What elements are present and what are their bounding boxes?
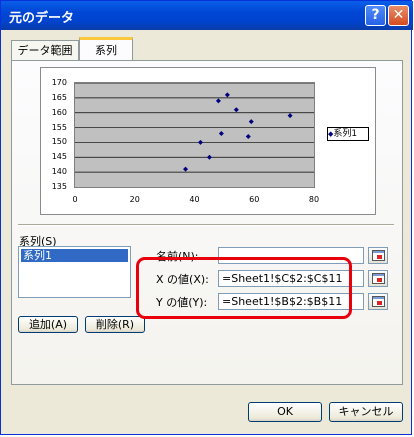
data-point xyxy=(248,119,254,125)
x-tick-label: 40 xyxy=(189,195,200,204)
data-point xyxy=(245,133,251,139)
range-select-icon xyxy=(372,296,385,307)
remove-button[interactable]: 削除(R) xyxy=(85,316,145,333)
series-listbox[interactable]: 系列1 xyxy=(18,246,131,298)
legend-label: 系列1 xyxy=(333,129,358,139)
legend: ◆系列1 xyxy=(327,127,369,141)
x-tick-label: 20 xyxy=(129,195,140,204)
series-list-item[interactable]: 系列1 xyxy=(21,249,128,262)
divider xyxy=(18,224,394,226)
data-point xyxy=(233,107,239,113)
data-point xyxy=(197,139,203,145)
range-select-icon xyxy=(372,250,385,261)
y-tick-label: 150 xyxy=(51,137,67,147)
data-point xyxy=(215,98,221,104)
dialog-window: 元のデータ ? ✕ データ範囲 系列 xyxy=(0,0,413,435)
plot-area xyxy=(74,82,315,188)
name-ref-button[interactable] xyxy=(368,247,388,264)
y-tick-label: 155 xyxy=(51,122,67,132)
x-tick-label: 0 xyxy=(72,195,78,204)
data-point xyxy=(287,113,293,119)
y-tick-label: 135 xyxy=(51,182,67,191)
ok-button[interactable]: OK xyxy=(248,402,322,422)
y-tick-label: 140 xyxy=(51,167,67,177)
cancel-button[interactable]: キャンセル xyxy=(329,402,403,422)
y-values-ref-button[interactable] xyxy=(368,293,388,310)
y-tick-label: 145 xyxy=(51,152,67,162)
x-values-ref-button[interactable] xyxy=(368,270,388,287)
data-point xyxy=(183,166,189,172)
add-button[interactable]: 追加(A) xyxy=(18,316,78,333)
y-tick-label: 160 xyxy=(51,107,67,117)
title-bar[interactable]: 元のデータ ? ✕ xyxy=(1,1,413,30)
tab-data-range[interactable]: データ範囲 xyxy=(11,40,79,60)
chart-preview: 170 165 160 155 150 145 140 135 0 20 40 60 80 ◆系列1 xyxy=(40,67,376,215)
y-tick-label: 165 xyxy=(51,92,67,102)
data-point xyxy=(218,131,224,137)
red-highlight-annotation xyxy=(136,257,352,319)
tab-series[interactable]: 系列 xyxy=(79,37,133,61)
data-point xyxy=(206,154,212,160)
help-button[interactable]: ? xyxy=(365,5,386,26)
scatter-plot xyxy=(75,83,314,173)
x-tick-label: 80 xyxy=(308,195,320,204)
x-tick-label: 60 xyxy=(249,195,260,204)
y-tick-label: 170 xyxy=(51,78,67,87)
data-point xyxy=(224,92,230,98)
range-select-icon xyxy=(372,273,385,284)
window-title: 元のデータ xyxy=(9,11,75,26)
close-button[interactable]: ✕ xyxy=(388,5,409,26)
